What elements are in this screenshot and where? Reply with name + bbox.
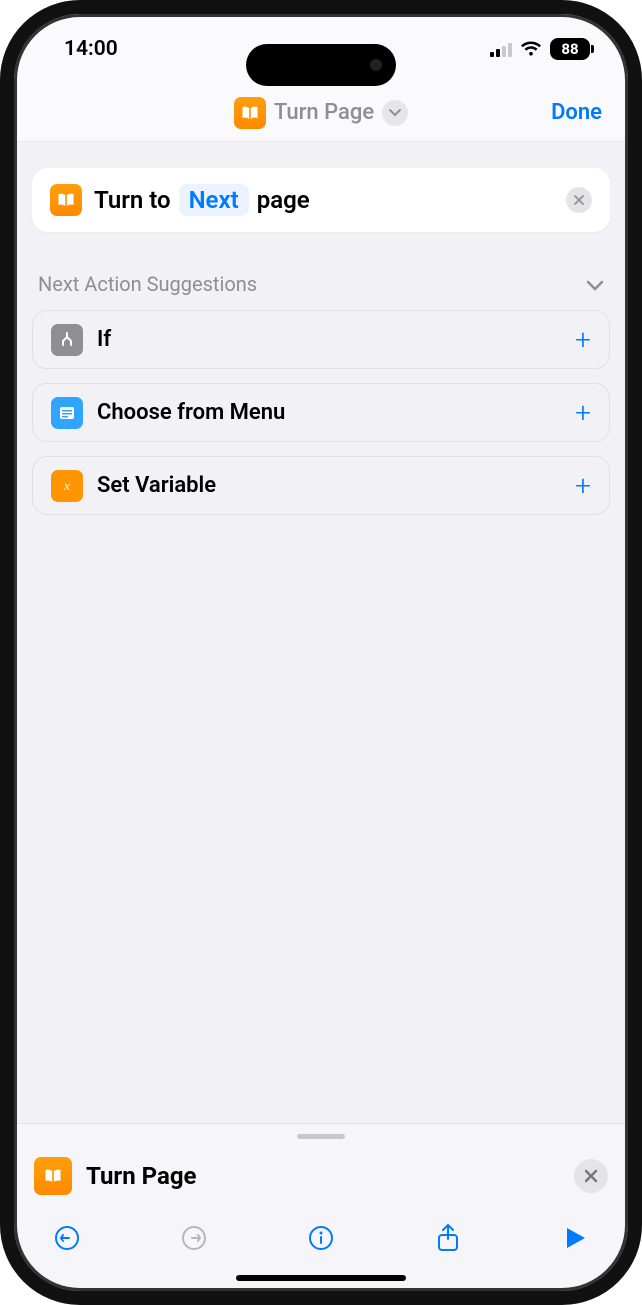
dynamic-island xyxy=(246,44,396,86)
add-suggestion-icon[interactable]: + xyxy=(575,469,591,502)
home-indicator[interactable] xyxy=(236,1275,406,1281)
direction-parameter[interactable]: Next xyxy=(179,184,249,216)
nav-bar: Turn Page Done xyxy=(14,84,628,142)
bottom-toolbar xyxy=(34,1213,608,1265)
panel-books-icon xyxy=(34,1157,72,1195)
panel-title: Turn Page xyxy=(86,1162,560,1190)
suggestion-if[interactable]: If + xyxy=(32,310,610,369)
status-time: 14:00 xyxy=(64,37,118,61)
bottom-panel: Turn Page xyxy=(14,1123,628,1291)
run-button[interactable] xyxy=(558,1221,592,1255)
action-card-turn-page[interactable]: Turn to Next page xyxy=(32,168,610,232)
books-app-icon xyxy=(234,97,266,129)
svg-text:x: x xyxy=(63,478,70,493)
title-menu-button[interactable] xyxy=(382,100,408,126)
info-button[interactable] xyxy=(304,1221,338,1255)
wifi-icon xyxy=(520,41,542,57)
nav-title: Turn Page xyxy=(274,100,374,125)
suggestion-label: If xyxy=(97,327,561,352)
add-suggestion-icon[interactable]: + xyxy=(575,396,591,429)
battery-indicator: 88 xyxy=(550,38,590,60)
clear-action-button[interactable] xyxy=(566,187,592,213)
menu-icon xyxy=(51,397,83,429)
done-button[interactable]: Done xyxy=(551,100,602,125)
action-text-suffix: page xyxy=(257,186,310,214)
share-button[interactable] xyxy=(431,1221,465,1255)
suggestion-choose-menu[interactable]: Choose from Menu + xyxy=(32,383,610,442)
suggestion-label: Set Variable xyxy=(97,473,561,498)
editor-content: Turn to Next page Next Action Suggestion… xyxy=(14,142,628,1123)
if-icon xyxy=(51,324,83,356)
variable-icon: x xyxy=(51,470,83,502)
suggestions-header: Next Action Suggestions xyxy=(38,272,257,296)
add-suggestion-icon[interactable]: + xyxy=(575,323,591,356)
undo-button[interactable] xyxy=(50,1221,84,1255)
action-text-prefix: Turn to xyxy=(94,186,171,214)
panel-grabber[interactable] xyxy=(297,1134,345,1139)
books-action-icon xyxy=(50,184,82,216)
cell-signal-icon xyxy=(490,42,512,57)
collapse-suggestions-button[interactable] xyxy=(586,272,604,296)
suggestion-set-variable[interactable]: x Set Variable + xyxy=(32,456,610,515)
panel-close-button[interactable] xyxy=(574,1159,608,1193)
suggestion-label: Choose from Menu xyxy=(97,400,561,425)
redo-button xyxy=(177,1221,211,1255)
